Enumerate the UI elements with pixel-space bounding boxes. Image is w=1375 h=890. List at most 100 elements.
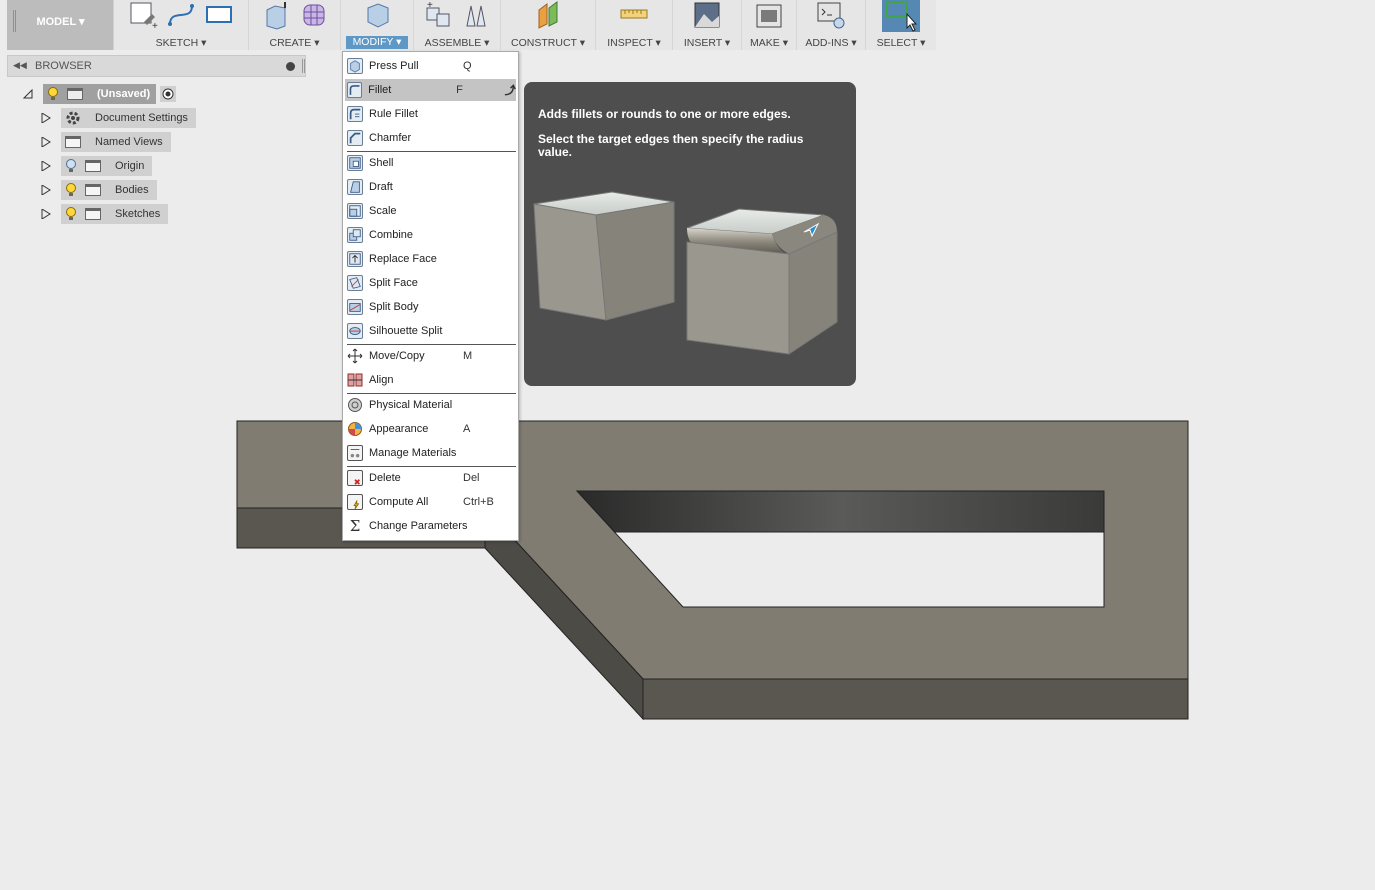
menu-item-compute-all[interactable]: Compute All Ctrl+B — [345, 491, 516, 513]
menu-item-change-parameters[interactable]: Σ Change Parameters — [345, 515, 516, 537]
menu-item-physical-material[interactable]: Physical Material — [345, 394, 516, 416]
pin-icon[interactable] — [286, 62, 295, 71]
joint-icon[interactable] — [461, 0, 491, 30]
menu-item-manage-materials[interactable]: Manage Materials — [345, 442, 516, 464]
browser-item-named-views[interactable]: Named Views — [41, 132, 171, 152]
split-body-icon — [347, 299, 363, 315]
dropdown-icon: ▾ — [655, 37, 661, 49]
sigma-icon: Σ — [349, 517, 361, 535]
browser-root-node[interactable]: (Unsaved) — [23, 84, 177, 104]
expand-triangle-icon[interactable] — [41, 137, 51, 147]
toolbar-group-construct[interactable]: CONSTRUCT ▾ — [501, 0, 596, 50]
compute-all-icon — [347, 494, 363, 510]
menu-item-label: Rule Fillet — [369, 108, 418, 120]
folder-icon — [65, 136, 81, 148]
menu-item-delete[interactable]: Delete Del — [345, 467, 516, 489]
workspace-switcher[interactable]: MODEL ▾ — [7, 0, 114, 50]
toolbar-group-sketch[interactable]: + SKETCH ▾ — [114, 0, 249, 50]
insert-image-icon[interactable] — [692, 0, 722, 30]
svg-text:+: + — [152, 21, 158, 30]
move-icon — [347, 348, 363, 364]
menu-item-shortcut: Del — [463, 472, 480, 484]
toolbar-group-modify[interactable]: MODIFY ▾ — [341, 0, 414, 50]
lightbulb-off-icon[interactable] — [65, 159, 77, 173]
menu-item-label: Move/Copy — [369, 350, 425, 362]
dropdown-icon: ▾ — [201, 37, 207, 49]
toolbar-group-inspect[interactable]: INSPECT ▾ — [596, 0, 673, 50]
new-component-icon[interactable]: + — [423, 0, 453, 30]
lightbulb-icon[interactable] — [65, 183, 77, 197]
browser-header[interactable]: ◀◀ BROWSER — [7, 55, 306, 77]
browser-item-bodies[interactable]: Bodies — [41, 180, 157, 200]
expand-triangle-icon[interactable] — [41, 185, 51, 195]
3d-print-icon[interactable] — [754, 0, 784, 30]
browser-item-pill[interactable]: Bodies — [61, 180, 157, 200]
dropdown-icon: ▾ — [920, 37, 926, 49]
menu-item-scale[interactable]: Scale — [345, 200, 516, 222]
toolbar-group-add-ins[interactable]: ADD-INS ▾ — [797, 0, 866, 50]
toolbar-group-insert[interactable]: INSERT ▾ — [673, 0, 742, 50]
menu-item-draft[interactable]: Draft — [345, 176, 516, 198]
fillet-tooltip: Adds fillets or rounds to one or more ed… — [524, 82, 856, 386]
menu-item-label: Appearance — [369, 423, 429, 435]
dropdown-icon: ▾ — [396, 36, 402, 48]
dropdown-icon: ▾ — [314, 37, 320, 49]
spline-icon[interactable] — [166, 0, 196, 30]
select-icon[interactable] — [881, 0, 921, 32]
repeat-command-icon[interactable] — [503, 83, 516, 97]
panel-grip[interactable] — [302, 59, 305, 73]
browser-item-pill[interactable]: Origin — [61, 156, 153, 176]
toolbar-group-create[interactable]: CREATE ▾ — [249, 0, 341, 50]
menu-item-align[interactable]: Align — [345, 369, 516, 391]
browser-item-origin[interactable]: Origin — [41, 156, 153, 176]
physical-material-icon — [348, 398, 362, 412]
form-icon[interactable] — [299, 0, 329, 30]
toolbar-group-assemble[interactable]: + ASSEMBLE ▾ — [414, 0, 501, 50]
lightbulb-icon[interactable] — [47, 87, 59, 101]
model-bottom-front-face[interactable] — [642, 678, 1189, 720]
collapse-triangle-icon[interactable] — [23, 89, 33, 99]
toolbar-group-label: INSERT — [683, 37, 722, 49]
menu-item-combine[interactable]: Combine — [345, 224, 516, 246]
expand-triangle-icon[interactable] — [41, 209, 51, 219]
menu-item-label: Replace Face — [369, 253, 437, 265]
menu-item-split-face[interactable]: Split Face — [345, 272, 516, 294]
folder-icon — [85, 184, 101, 196]
menu-item-fillet[interactable]: Fillet F — [345, 79, 516, 101]
menu-item-shortcut: M — [463, 350, 473, 362]
measure-icon[interactable] — [619, 0, 649, 30]
activate-radio-icon[interactable] — [160, 86, 177, 102]
menu-item-chamfer[interactable]: Chamfer — [345, 127, 516, 149]
appearance-icon — [348, 422, 362, 436]
menu-item-silhouette-split[interactable]: Silhouette Split — [345, 320, 516, 342]
expand-triangle-icon[interactable] — [41, 113, 51, 123]
expand-triangle-icon[interactable] — [41, 161, 51, 171]
menu-item-move-copy[interactable]: Move/Copy M — [345, 345, 516, 367]
collapse-panel-icon[interactable]: ◀◀ — [13, 60, 27, 71]
toolbar-group-label: ASSEMBLE — [424, 37, 482, 49]
lightbulb-icon[interactable] — [65, 207, 77, 221]
toolbar-group-make[interactable]: MAKE ▾ — [742, 0, 797, 50]
browser-item-label: Sketches — [115, 208, 161, 220]
toolbar-group-select[interactable]: SELECT ▾ — [866, 0, 936, 50]
scripts-icon[interactable] — [816, 0, 846, 30]
browser-item-document-settings[interactable]: Document Settings — [41, 108, 196, 128]
toolbar-group-label: INSPECT — [607, 37, 653, 49]
root-pill[interactable]: (Unsaved) — [43, 84, 157, 104]
offset-plane-icon[interactable] — [533, 0, 563, 30]
menu-item-replace-face[interactable]: Replace Face — [345, 248, 516, 270]
browser-item-pill[interactable]: Named Views — [61, 132, 171, 152]
create-sketch-icon[interactable]: + — [128, 0, 158, 30]
browser-item-sketches[interactable]: Sketches — [41, 204, 169, 224]
menu-item-rule-fillet[interactable]: Rule Fillet — [345, 103, 516, 125]
menu-item-press-pull[interactable]: Press Pull Q — [345, 55, 516, 77]
menu-item-appearance[interactable]: Appearance A — [345, 418, 516, 440]
menu-item-split-body[interactable]: Split Body — [345, 296, 516, 318]
press-pull-icon[interactable] — [362, 0, 392, 30]
rectangle-icon[interactable] — [204, 0, 234, 30]
extrude-box-icon[interactable] — [261, 0, 291, 30]
browser-item-pill[interactable]: Sketches — [61, 204, 169, 224]
menu-item-shell[interactable]: Shell — [345, 152, 516, 174]
dropdown-icon: ▾ — [724, 37, 731, 49]
browser-item-pill[interactable]: Document Settings — [61, 108, 196, 128]
